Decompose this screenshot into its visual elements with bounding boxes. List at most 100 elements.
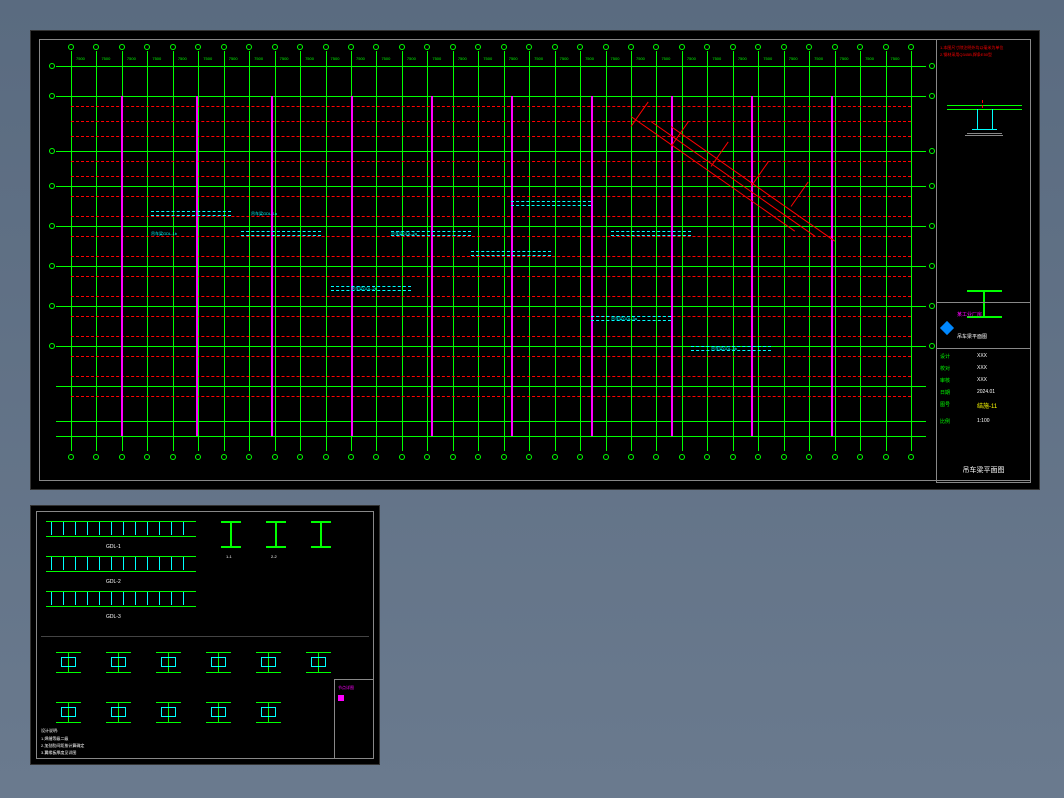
dimension-text: 7500 — [789, 56, 798, 61]
grid-marker — [883, 454, 889, 460]
grid-marker — [628, 44, 634, 50]
dimension-text: 7500 — [203, 56, 212, 61]
column-line — [351, 96, 353, 436]
dimension-text: 7500 — [101, 56, 110, 61]
section-detail-1 — [216, 521, 246, 551]
crane-beam — [151, 211, 231, 212]
grid-line-vertical — [453, 51, 454, 451]
grid-marker — [929, 63, 935, 69]
dimension-text: 7500 — [127, 56, 136, 61]
brace-line — [751, 162, 769, 187]
grid-marker — [399, 44, 405, 50]
grid-marker — [49, 303, 55, 309]
secondary-drawing-panel: GDL-1 GDL-2 GDL-3 1-1 2-2 — [30, 505, 380, 765]
grid-line-horizontal — [56, 421, 926, 422]
crane-beam — [241, 235, 321, 236]
section-detail-2 — [261, 521, 291, 551]
grid-line-vertical — [580, 51, 581, 451]
connection-detail — [51, 647, 86, 682]
dimension-text: 7500 — [534, 56, 543, 61]
grid-marker — [49, 93, 55, 99]
grid-line-vertical — [300, 51, 301, 451]
connection-detail — [201, 647, 236, 682]
column-line — [431, 96, 433, 436]
grid-line-horizontal — [56, 151, 926, 152]
crane-beam — [471, 255, 551, 256]
dimension-text: 7500 — [305, 56, 314, 61]
approver-label: 审核 — [940, 377, 950, 384]
connection-details — [41, 636, 369, 751]
beam-label-1: GDL-1 — [106, 544, 121, 550]
grid-marker — [883, 44, 889, 50]
date-value: 2024.01 — [977, 389, 995, 395]
secondary-title-block: 节点详图 — [334, 679, 374, 759]
grid-marker — [552, 44, 558, 50]
beam-callout-6: 吊车梁GDL-3b — [711, 346, 737, 352]
dimension-text: 7500 — [636, 56, 645, 61]
beam-elevation-3 — [46, 591, 196, 611]
grid-line-horizontal — [56, 186, 926, 187]
grid-marker — [929, 223, 935, 229]
grid-line-vertical — [376, 51, 377, 451]
checker-label: 校对 — [940, 365, 950, 372]
dimension-text: 7500 — [432, 56, 441, 61]
dimension-text: 7500 — [280, 56, 289, 61]
grid-line-vertical — [71, 51, 72, 451]
crane-beam — [511, 205, 591, 206]
dimension-text: 7500 — [152, 56, 161, 61]
grid-line-horizontal — [56, 306, 926, 307]
dimension-text: 7500 — [509, 56, 518, 61]
notes-header: 设计说明: — [41, 728, 58, 734]
grid-marker — [552, 454, 558, 460]
column-line — [751, 96, 753, 436]
sheet-label: 图号 — [940, 401, 950, 408]
brace-line — [671, 122, 689, 147]
dimension-text: 7500 — [585, 56, 594, 61]
dimension-text: 7500 — [381, 56, 390, 61]
grid-line-vertical — [682, 51, 683, 451]
grid-marker — [221, 454, 227, 460]
dimension-text: 7500 — [407, 56, 416, 61]
main-drawing-panel: 1.本图尺寸除注明外均以毫米为单位 2.钢材采用Q345B,焊条E50型 某工业… — [30, 30, 1040, 490]
grid-line-horizontal — [56, 266, 926, 267]
grid-line-vertical — [606, 51, 607, 451]
grid-line-vertical — [784, 51, 785, 451]
dimension-text: 7500 — [611, 56, 620, 61]
crane-beam — [511, 201, 591, 202]
grid-marker — [348, 454, 354, 460]
grid-marker — [49, 343, 55, 349]
grid-line-vertical — [758, 51, 759, 451]
grid-marker — [908, 44, 914, 50]
sec-note-3: 3.翼缘板厚度见详图 — [41, 750, 76, 756]
grid-marker — [603, 44, 609, 50]
grid-marker — [399, 454, 405, 460]
grid-marker — [119, 44, 125, 50]
column-line — [511, 96, 513, 436]
grid-line-vertical — [427, 51, 428, 451]
column-line — [591, 96, 593, 436]
note-text: 1.本图尺寸除注明外均以毫米为单位 — [940, 45, 1003, 51]
dimension-text: 7500 — [356, 56, 365, 61]
connection-detail — [201, 697, 236, 732]
structural-grid: 7500750075007500750075007500750075007500… — [71, 66, 921, 456]
column-line — [121, 96, 123, 436]
dimension-text: 7500 — [229, 56, 238, 61]
grid-line-vertical — [555, 51, 556, 451]
grid-line-horizontal — [56, 66, 926, 67]
date-label: 日期 — [940, 389, 950, 396]
grid-marker — [929, 303, 935, 309]
grid-marker — [68, 454, 74, 460]
beam-callout-3: 吊车梁GDL-2a — [391, 231, 417, 237]
grid-line-horizontal — [56, 346, 926, 347]
grid-marker — [781, 454, 787, 460]
grid-line-vertical — [173, 51, 174, 451]
sec-note-1: 1.焊缝等级二级 — [41, 736, 68, 742]
company-logo-icon — [940, 321, 954, 335]
sec-title: 节点详图 — [338, 685, 354, 691]
connection-detail — [251, 697, 286, 732]
beam-label-2: GDL-2 — [106, 579, 121, 585]
grid-marker — [49, 63, 55, 69]
dimension-text: 7500 — [865, 56, 874, 61]
grid-marker — [908, 454, 914, 460]
grid-marker — [221, 44, 227, 50]
